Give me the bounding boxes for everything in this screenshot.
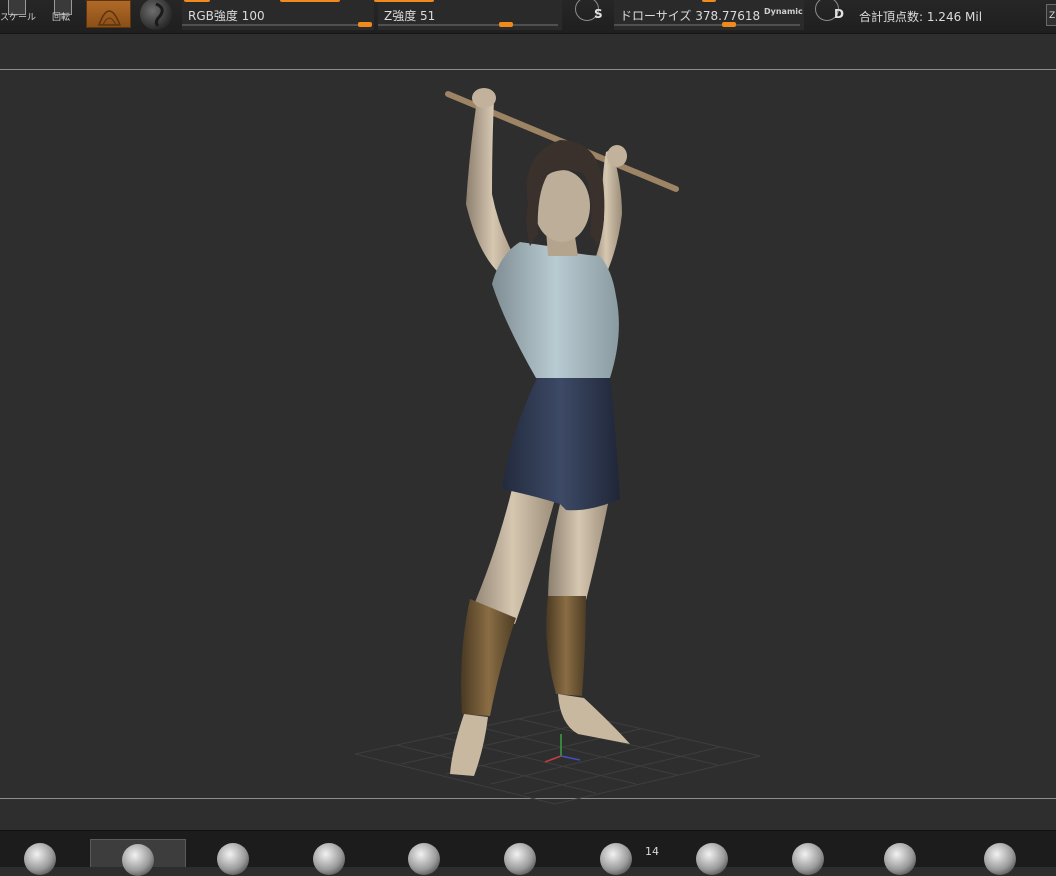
left-leg xyxy=(470,489,555,624)
alpha-button[interactable] xyxy=(140,0,172,30)
move-brush[interactable] xyxy=(185,839,281,875)
right-foot xyxy=(558,694,630,744)
document-canvas[interactable] xyxy=(0,34,1056,830)
damstandard-brush-icon xyxy=(313,843,345,875)
z-intensity-knob[interactable] xyxy=(499,22,513,27)
rgb-intensity-track xyxy=(182,24,370,26)
right-hand xyxy=(607,145,627,167)
symmetry-letter: S xyxy=(594,7,603,21)
mask-lasso-brush-icon xyxy=(984,843,1016,875)
rotate-label: 回転 xyxy=(52,13,71,23)
curve-tube-brush-icon xyxy=(696,843,728,875)
scale-label: スケール xyxy=(0,13,37,23)
clay-buildup-brush-icon xyxy=(122,844,154,876)
standard-brush[interactable] xyxy=(0,839,88,875)
left-hand xyxy=(472,88,496,108)
inflate-brush[interactable] xyxy=(376,839,472,875)
standard-brush-icon xyxy=(24,843,56,875)
right-boot xyxy=(546,596,586,696)
pinch-brush-icon xyxy=(504,843,536,875)
insert-multimesh-brush-icon xyxy=(600,843,632,875)
zadd-toggle-indicator xyxy=(374,0,434,2)
draw-size-label: ドローサイズ 378.77618 xyxy=(620,9,761,23)
material-sphere-icon xyxy=(97,10,122,26)
select-rect-brush[interactable] xyxy=(852,839,948,875)
z-intensity-track xyxy=(378,24,558,26)
right-leg xyxy=(548,494,610,604)
shirt xyxy=(492,242,619,378)
inflate-brush-icon xyxy=(408,843,440,875)
shorts xyxy=(502,376,620,511)
z-intensity-slider[interactable]: Z強度 51 xyxy=(374,0,562,30)
material-button[interactable] xyxy=(86,0,131,28)
edge-toolbar-button[interactable]: Z xyxy=(1046,4,1056,26)
move-brush-icon xyxy=(217,843,249,875)
draw-size-track xyxy=(614,24,800,26)
axis-gizmo xyxy=(544,734,581,763)
rgb-intensity-label: RGB強度 100 xyxy=(188,9,265,23)
mask-lasso-brush[interactable] xyxy=(952,839,1048,875)
curve-tube-brush[interactable] xyxy=(664,839,760,875)
left-boot xyxy=(461,599,516,716)
brush-shelf xyxy=(0,830,1056,876)
draw-size-knob[interactable] xyxy=(722,22,736,27)
rgb-toggle-indicator xyxy=(184,0,210,2)
sculpt-model-viewport[interactable] xyxy=(0,34,1056,830)
fibermesh-brush[interactable] xyxy=(760,839,856,875)
clay-buildup-brush[interactable] xyxy=(90,839,186,876)
total-points-readout: 合計頂点数: 1.246 Mil xyxy=(859,10,983,24)
damstandard-brush[interactable] xyxy=(281,839,377,875)
z-intensity-label: Z強度 51 xyxy=(384,9,436,23)
draw-size-top-indicator xyxy=(702,0,716,2)
top-toolbar: スケール 回転 RGB強度 100 Z強度 51 S ドローサイズ 378.77… xyxy=(0,0,1056,34)
scale-button[interactable]: スケール xyxy=(0,0,37,30)
dynamic-toggle[interactable]: Dynamic xyxy=(764,7,803,16)
pinch-brush[interactable] xyxy=(472,839,568,875)
insert-mesh-count: 14 xyxy=(645,845,659,858)
select-rect-brush-icon xyxy=(884,843,916,875)
rgb-intensity-slider[interactable]: RGB強度 100 xyxy=(182,0,374,30)
rotate-button[interactable]: 回転 xyxy=(48,0,78,30)
dynamesh-letter: D xyxy=(834,7,844,21)
mrgb-toggle-indicator xyxy=(280,0,340,2)
draw-size-slider[interactable]: ドローサイズ 378.77618 Dynamic xyxy=(614,0,804,30)
alpha-swirl-icon xyxy=(154,2,164,28)
rgb-intensity-knob[interactable] xyxy=(358,22,372,27)
fibermesh-brush-icon xyxy=(792,843,824,875)
left-foot xyxy=(450,714,488,776)
